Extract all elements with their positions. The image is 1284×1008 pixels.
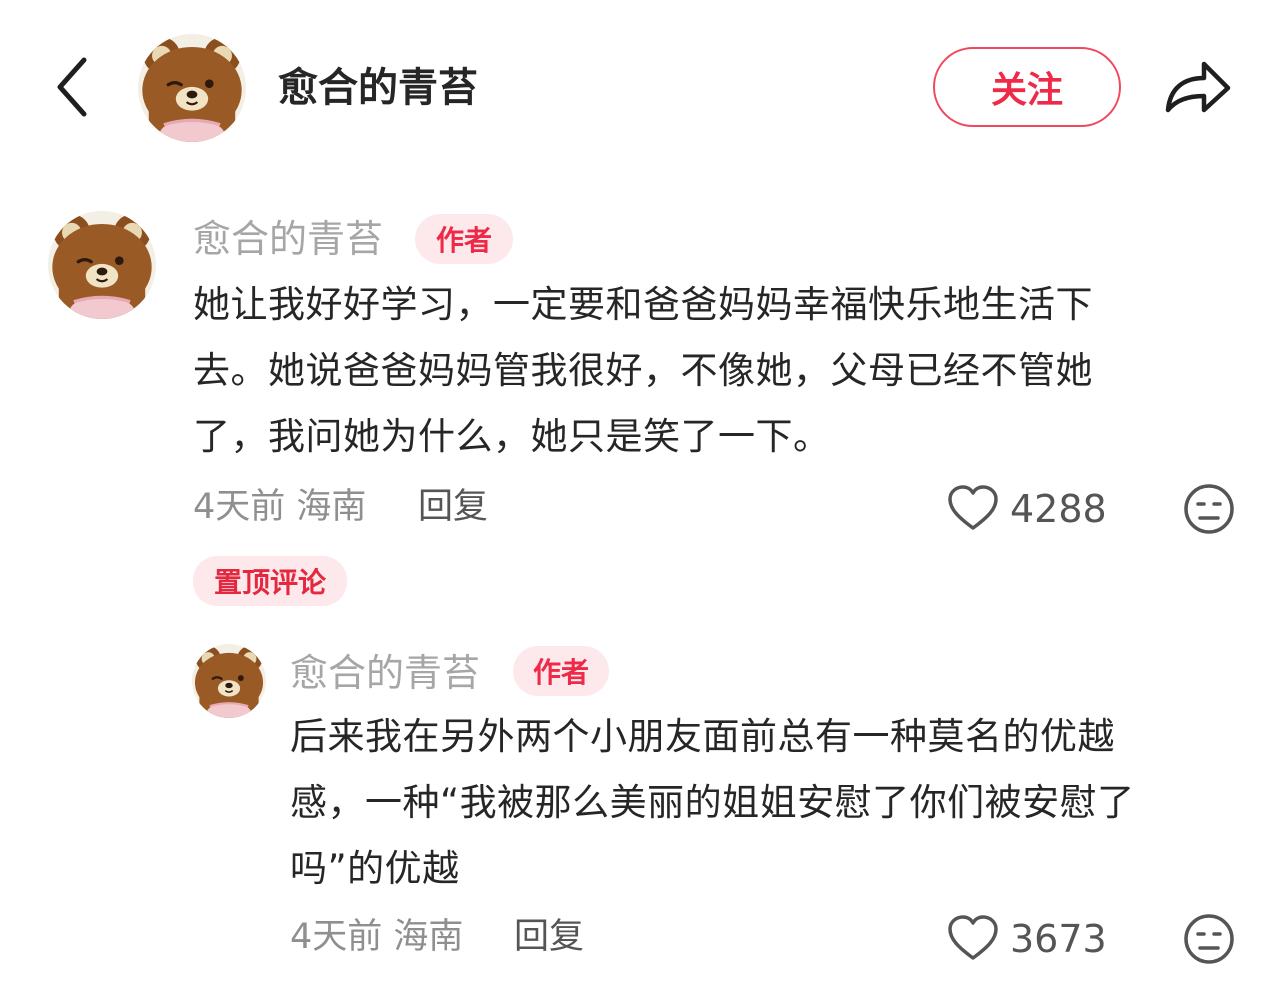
chevron-left-icon [57,57,87,117]
comment-line: 了，我问她为什么，她只是笑了一下。 [193,415,831,458]
comment-text: 后来我在另外两个小朋友面前总有一种莫名的优越 感，一种“我被那么美丽的姐姐安慰了… [290,704,1135,902]
back-button[interactable] [50,52,100,122]
share-arrow-icon [1165,61,1231,113]
share-button[interactable] [1160,52,1234,122]
comment-meta: 4天前 海南 [193,487,367,527]
author-tag: 作者 [513,646,609,696]
author-avatar[interactable] [138,34,246,142]
comment-line: 她让我好好学习，一定要和爸爸妈妈幸福快乐地生活下 [193,283,1093,326]
like-count: 4288 [1010,487,1107,531]
meh-face-icon [1184,484,1234,534]
commenter-avatar[interactable] [192,644,266,718]
comment-line: 后来我在另外两个小朋友面前总有一种莫名的优越 [290,715,1115,758]
like-button[interactable] [946,484,1000,532]
follow-button[interactable]: 关注 [933,47,1121,127]
commenter-name[interactable]: 愈合的青苔 [193,214,383,264]
heart-outline-icon [948,485,998,530]
like-count: 3673 [1010,917,1107,961]
comment-line: 吗”的优越 [290,847,460,890]
heart-outline-icon [948,915,998,960]
reply-button[interactable]: 回复 [514,914,584,960]
author-name[interactable]: 愈合的青苔 [278,62,478,114]
commenter-avatar[interactable] [48,211,156,319]
author-tag: 作者 [415,214,513,264]
pinned-comment-tag: 置顶评论 [193,556,347,606]
dislike-button[interactable] [1182,482,1236,536]
comment-text: 她让我好好学习，一定要和爸爸妈妈幸福快乐地生活下 去。她说爸爸妈妈管我很好，不像… [193,272,1093,470]
comment-line: 去。她说爸爸妈妈管我很好，不像她，父母已经不管她 [193,349,1093,392]
dislike-button[interactable] [1182,912,1236,966]
meh-face-icon [1184,914,1234,964]
commenter-name[interactable]: 愈合的青苔 [290,648,480,698]
comment-meta: 4天前 海南 [290,917,464,957]
comment-line: 感，一种“我被那么美丽的姐姐安慰了你们被安慰了 [290,781,1135,824]
like-button[interactable] [946,914,1000,962]
reply-button[interactable]: 回复 [418,484,488,530]
